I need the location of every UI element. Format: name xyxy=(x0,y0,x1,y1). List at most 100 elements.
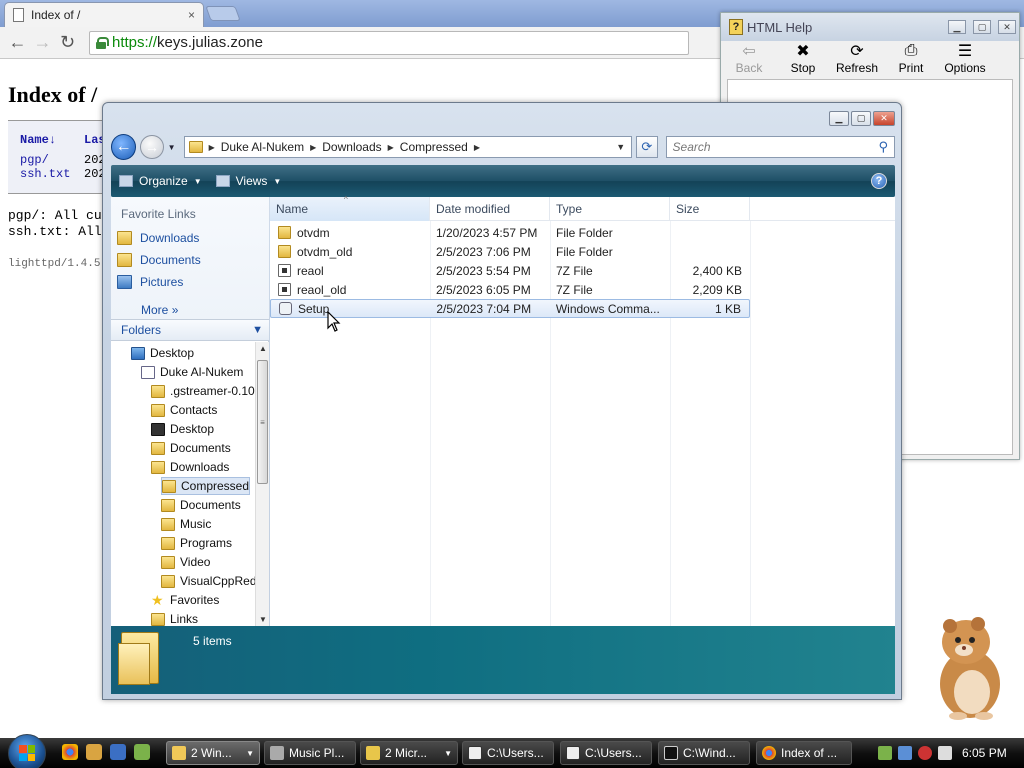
taskbar-button-7zip[interactable]: C:\Users... xyxy=(560,741,652,765)
taskbar-button-explorer[interactable]: 2 Win... ▼ xyxy=(166,741,260,765)
taskbar-button-chrome[interactable]: Index of ... xyxy=(756,741,852,765)
chrome-icon[interactable] xyxy=(62,744,78,760)
chevron-down-icon: ▼ xyxy=(252,324,263,336)
browser-tab[interactable]: Index of / × xyxy=(4,2,204,27)
readme-line: ssh.txt: All xyxy=(8,224,102,239)
tree-item-favorites[interactable]: ★ Favorites xyxy=(151,591,219,609)
back-button[interactable]: ← xyxy=(111,134,137,160)
refresh-icon[interactable]: ⟳ xyxy=(636,136,658,158)
file-name: otvdm xyxy=(297,225,330,240)
column-header-type[interactable]: Type xyxy=(550,197,670,221)
recent-pages-dropdown[interactable]: ▼ xyxy=(168,143,176,152)
tree-item-music[interactable]: Music xyxy=(161,515,211,533)
help-stop-button[interactable]: ✖ Stop xyxy=(785,41,821,81)
search-icon[interactable]: ⚲ xyxy=(878,139,888,155)
favorite-link-pictures[interactable]: Pictures xyxy=(117,275,183,289)
tree-item-user[interactable]: Duke Al-Nukem xyxy=(141,363,243,381)
file-row[interactable]: reaol_old 2/5/2023 6:05 PM 7Z File 2,209… xyxy=(270,280,750,299)
help-back-button[interactable]: ⇦ Back xyxy=(731,41,767,81)
tree-scrollbar[interactable]: ▲ ≡ ▼ xyxy=(255,342,269,626)
organize-button[interactable]: Organize ▼ xyxy=(119,174,202,188)
column-header-name[interactable]: Name↓ xyxy=(20,133,56,147)
switch-windows-icon[interactable] xyxy=(134,744,150,760)
hamster-desktop-pet[interactable] xyxy=(930,612,1008,720)
close-button[interactable]: ✕ xyxy=(873,111,895,126)
folder-icon xyxy=(151,612,165,626)
network-icon[interactable] xyxy=(898,746,912,760)
breadcrumb-item[interactable]: Duke Al-Nukem xyxy=(221,140,304,154)
taskbar-button-console[interactable]: C:\Wind... xyxy=(658,741,750,765)
scroll-down-icon[interactable]: ▼ xyxy=(259,615,267,624)
scrollbar-thumb[interactable]: ≡ xyxy=(257,360,268,484)
window-controls: ▁ ▢ ✕ xyxy=(829,111,895,126)
close-button[interactable]: ✕ xyxy=(998,20,1016,34)
column-header-size[interactable]: Size xyxy=(670,197,750,221)
gear-icon[interactable] xyxy=(86,744,102,760)
file-row[interactable]: reaol 2/5/2023 5:54 PM 7Z File 2,400 KB xyxy=(270,261,750,280)
listing-link-pgp[interactable]: pgp/ xyxy=(20,153,49,167)
back-arrow-icon[interactable]: ← xyxy=(6,31,29,54)
listing-link-ssh[interactable]: ssh.txt xyxy=(20,167,70,181)
taskbar-button-music-player[interactable]: Music Pl... xyxy=(264,741,356,765)
taskbar-button-microsoft[interactable]: 2 Micr... ▼ xyxy=(360,741,458,765)
help-window-title: HTML Help xyxy=(747,19,813,35)
forward-button[interactable]: → xyxy=(140,135,164,159)
tree-item-programs[interactable]: Programs xyxy=(161,534,232,552)
tree-item-desktop-folder[interactable]: Desktop xyxy=(151,420,214,438)
file-name: otvdm_old xyxy=(297,244,353,259)
lock-icon xyxy=(96,36,109,49)
breadcrumb[interactable]: ▶ Duke Al-Nukem ▶ Downloads ▶ Compressed… xyxy=(183,136,633,158)
tree-item-documents-sub[interactable]: Documents xyxy=(161,496,241,514)
file-type: File Folder xyxy=(556,244,613,259)
column-header-date[interactable]: Date modified xyxy=(430,197,550,221)
scroll-up-icon[interactable]: ▲ xyxy=(259,344,267,353)
folders-header[interactable]: Folders ▼ xyxy=(111,319,269,341)
reload-icon[interactable]: ↻ xyxy=(56,31,79,54)
tree-item-compressed[interactable]: Compressed xyxy=(161,477,251,495)
help-titlebar[interactable]: ? HTML Help ▁ ▢ ✕ xyxy=(721,13,1019,41)
file-row[interactable]: otvdm_old 2/5/2023 7:06 PM File Folder xyxy=(270,242,750,261)
volume-icon[interactable] xyxy=(938,746,952,760)
refresh-icon: ⟳ xyxy=(850,43,864,60)
show-desktop-icon[interactable] xyxy=(110,744,126,760)
large-folder-icon xyxy=(118,632,159,685)
breadcrumb-item[interactable]: Downloads xyxy=(322,140,381,154)
help-options-button[interactable]: ☰ Options xyxy=(944,41,985,81)
maximize-button[interactable]: ▢ xyxy=(851,111,871,126)
more-links-button[interactable]: More » xyxy=(141,303,178,317)
folder-icon xyxy=(278,226,291,239)
address-dropdown[interactable]: ▼ xyxy=(616,142,625,152)
help-refresh-button[interactable]: ⟳ Refresh xyxy=(836,41,878,81)
maximize-button[interactable]: ▢ xyxy=(973,20,991,34)
column-header-label: Name xyxy=(276,202,309,216)
favorite-link-documents[interactable]: Documents xyxy=(117,253,201,267)
favorite-link-downloads[interactable]: Downloads xyxy=(117,231,199,245)
help-print-button[interactable]: ⎙ Print xyxy=(893,41,929,81)
help-icon[interactable]: ? xyxy=(871,173,887,189)
file-name: reaol xyxy=(297,263,324,278)
views-button[interactable]: Views ▼ xyxy=(215,174,281,188)
security-alert-icon[interactable] xyxy=(918,746,932,760)
tree-item-documents[interactable]: Documents xyxy=(151,439,231,457)
tree-item-visualcpp[interactable]: VisualCppRedist xyxy=(161,572,255,590)
file-row[interactable]: otvdm 1/20/2023 4:57 PM File Folder xyxy=(270,223,750,242)
tab-close-icon[interactable]: × xyxy=(188,8,195,22)
start-button[interactable] xyxy=(8,734,46,768)
forward-arrow-icon[interactable]: → xyxy=(31,31,54,54)
search-input[interactable]: Search ⚲ xyxy=(665,136,895,158)
tray-app-icon[interactable] xyxy=(878,746,892,760)
tree-item-contacts[interactable]: Contacts xyxy=(151,401,217,419)
new-tab-button[interactable] xyxy=(205,6,241,21)
address-bar[interactable]: https://keys.julias.zone xyxy=(89,30,689,55)
column-header-name[interactable]: ^ Name xyxy=(270,195,430,221)
tree-item-gstreamer[interactable]: .gstreamer-0.10 xyxy=(151,382,255,400)
tree-item-video[interactable]: Video xyxy=(161,553,210,571)
taskbar-button-7zip[interactable]: C:\Users... xyxy=(462,741,554,765)
tree-item-links[interactable]: Links xyxy=(151,610,198,626)
tree-item-downloads[interactable]: Downloads xyxy=(151,458,229,476)
tree-item-desktop[interactable]: Desktop xyxy=(131,344,194,362)
breadcrumb-item[interactable]: Compressed xyxy=(400,140,468,154)
clock[interactable]: 6:05 PM xyxy=(962,746,1007,760)
minimize-button[interactable]: ▁ xyxy=(829,111,849,126)
minimize-button[interactable]: ▁ xyxy=(948,20,966,34)
